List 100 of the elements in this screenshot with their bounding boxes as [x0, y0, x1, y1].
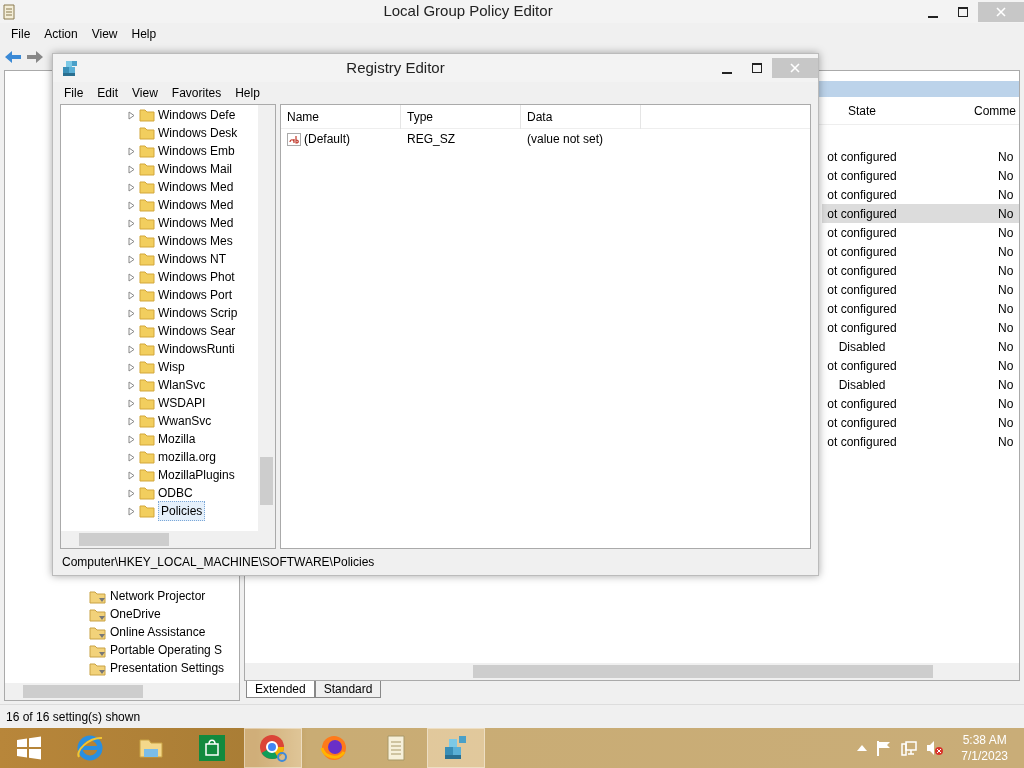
tree-item[interactable]: WSDAPI: [158, 394, 206, 412]
table-cell-text: No: [997, 376, 1014, 394]
menu-item[interactable]: Edit: [90, 84, 126, 102]
table-cell-text: No: [997, 414, 1014, 432]
tree-item[interactable]: Mozilla: [158, 430, 196, 448]
table-row[interactable]: ot configured No: [822, 318, 1019, 337]
tree-item[interactable]: mozilla.org: [158, 448, 217, 466]
table-cell-text: ot configured: [826, 243, 898, 261]
table-cell-text: REG_SZ: [406, 131, 456, 148]
horizontal-scrollbar[interactable]: [245, 663, 1019, 680]
tree-item[interactable]: Windows Phot: [158, 268, 235, 286]
folder-icon: [139, 504, 155, 518]
menu-item[interactable]: Action: [37, 24, 85, 43]
folder-icon: [139, 450, 155, 464]
tree-item[interactable]: Windows Port: [158, 286, 233, 304]
table-cell-text: No: [997, 338, 1014, 356]
menu-item[interactable]: Favorites: [164, 84, 229, 102]
tree-item[interactable]: Portable Operating S: [110, 641, 223, 659]
tree-item[interactable]: Wisp: [158, 358, 185, 376]
table-row[interactable]: ot configured No: [822, 185, 1019, 204]
tree-item[interactable]: Windows NT: [158, 250, 226, 268]
tree-item[interactable]: OneDrive: [110, 605, 161, 623]
table-row[interactable]: Disabled No: [822, 375, 1019, 394]
column-header[interactable]: Name: [281, 104, 401, 129]
tree-item[interactable]: Presentation Settings: [110, 659, 225, 677]
tree-item[interactable]: Windows Mail: [158, 160, 232, 178]
table-row[interactable]: ot configured No: [822, 394, 1019, 413]
table-cell-text: (Default): [304, 131, 350, 148]
back-arrow-icon[interactable]: [4, 50, 22, 64]
tree-item[interactable]: Online Assistance: [110, 623, 206, 641]
scroll-thumb[interactable]: [23, 685, 143, 698]
caret-up-icon[interactable]: [857, 745, 868, 751]
tree-item[interactable]: WindowsRunti: [158, 340, 235, 358]
forward-arrow-icon[interactable]: [26, 50, 44, 64]
folder-icon: [139, 252, 155, 266]
table-cell-text: No: [997, 243, 1014, 261]
expand-icon[interactable]: [127, 110, 136, 120]
tab[interactable]: Standard: [314, 681, 382, 698]
menu-item[interactable]: Help: [124, 24, 164, 43]
scroll-thumb[interactable]: [79, 533, 169, 546]
menu-item[interactable]: File: [4, 24, 38, 43]
tree-item[interactable]: WlanSvc: [158, 376, 206, 394]
folder-icon: [139, 234, 155, 248]
tree-item[interactable]: Windows Defe: [158, 106, 236, 124]
tree-item[interactable]: ODBC: [158, 484, 193, 502]
table-row[interactable]: ot configured No: [822, 204, 1019, 223]
menu-item[interactable]: File: [57, 84, 91, 102]
flag-icon[interactable]: [876, 740, 893, 756]
network-icon[interactable]: [901, 740, 918, 756]
column-header[interactable]: Data: [521, 104, 641, 129]
taskbar-button[interactable]: [427, 728, 485, 768]
folder-icon: [139, 486, 155, 500]
tree-item[interactable]: Windows Emb: [158, 142, 235, 160]
column-header[interactable]: State: [822, 101, 902, 120]
table-cell-text: ot configured: [826, 433, 898, 451]
taskbar-button[interactable]: [244, 728, 302, 768]
folder-icon: [139, 324, 155, 338]
close-icon: [790, 63, 800, 73]
table-row[interactable]: Disabled No: [822, 337, 1019, 356]
folder-icon: [89, 606, 106, 622]
table-row[interactable]: ot configured No: [822, 356, 1019, 375]
table-row[interactable]: ot configured No: [822, 242, 1019, 261]
tree-item[interactable]: WwanSvc: [158, 412, 212, 430]
menu-item[interactable]: View: [84, 24, 125, 43]
menu-item[interactable]: Help: [228, 84, 267, 102]
scroll-thumb[interactable]: [473, 665, 933, 678]
table-cell-text: ot configured: [826, 300, 898, 318]
fox-browser-icon: [319, 733, 349, 763]
tree-item[interactable]: Windows Desk: [158, 124, 238, 142]
tree-item[interactable]: Windows Scrip: [158, 304, 238, 322]
table-row[interactable]: ot configured No: [822, 432, 1019, 451]
horizontal-scrollbar[interactable]: [61, 531, 275, 548]
horizontal-scrollbar[interactable]: [5, 683, 239, 700]
table-row[interactable]: ot configured No: [822, 147, 1019, 166]
table-row[interactable]: ot configured No: [822, 166, 1019, 185]
browser-icon: [75, 733, 105, 763]
table-row[interactable]: ot configured No: [822, 261, 1019, 280]
scroll-thumb[interactable]: [260, 457, 273, 505]
table-row[interactable]: ot configured No: [822, 280, 1019, 299]
tree-item[interactable]: MozillaPlugins: [158, 466, 235, 484]
tree-item[interactable]: Windows Med: [158, 214, 234, 232]
date-text: 7/1/2023: [961, 748, 1008, 764]
tree-item[interactable]: Policies: [158, 501, 206, 521]
muted-speaker-icon[interactable]: [926, 740, 945, 756]
table-row[interactable]: ot configured No: [822, 299, 1019, 318]
table-cell-text: ot configured: [826, 414, 898, 432]
folder-icon: [139, 288, 155, 302]
column-header[interactable]: Comme: [974, 101, 1016, 120]
column-header[interactable]: Type: [401, 104, 521, 129]
tree-item[interactable]: Windows Mes: [158, 232, 233, 250]
tree-item[interactable]: Windows Med: [158, 196, 234, 214]
tree-item[interactable]: Windows Med: [158, 178, 234, 196]
table-row[interactable]: ot configured No: [822, 223, 1019, 242]
table-row[interactable]: ot configured No: [822, 413, 1019, 432]
tab[interactable]: Extended: [246, 681, 315, 698]
tree-item[interactable]: Windows Sear: [158, 322, 236, 340]
tree-item[interactable]: Network Projector: [110, 587, 206, 605]
vertical-scrollbar[interactable]: [258, 105, 275, 531]
menu-item[interactable]: View: [125, 84, 165, 102]
scroll-icon: [0, 2, 18, 21]
